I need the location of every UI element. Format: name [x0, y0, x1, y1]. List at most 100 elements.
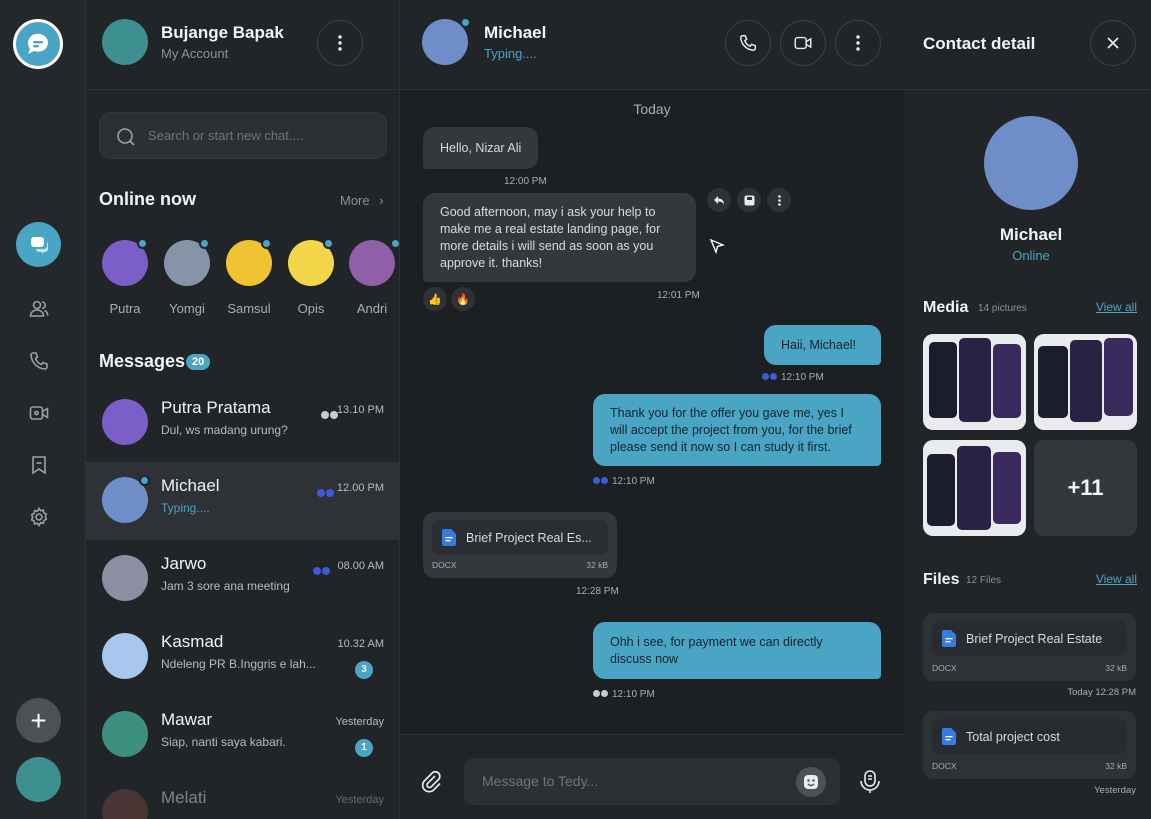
chevron-right-icon: ›	[379, 193, 384, 208]
online-user-name: Yomgi	[169, 301, 205, 316]
avatar	[349, 238, 399, 286]
nav-saved-button[interactable]	[24, 450, 54, 480]
microphone-icon[interactable]	[856, 768, 884, 796]
phone-icon	[30, 352, 48, 370]
save-message-button[interactable]	[737, 188, 761, 212]
nav-rail: +	[0, 0, 86, 819]
message-input-placeholder: Message to Tedy...	[482, 773, 599, 789]
online-dot	[139, 475, 150, 486]
nav-calls-button[interactable]	[24, 346, 54, 376]
profile-avatar[interactable]	[16, 757, 61, 802]
chat-preview: Ndeleng PR B.Inggris e lah...	[161, 657, 316, 671]
nav-settings-button[interactable]	[24, 502, 54, 532]
phone-icon	[739, 35, 756, 52]
search-box[interactable]: Search or start new chat....	[99, 112, 387, 159]
online-user[interactable]: Andri	[349, 238, 399, 316]
chat-name: Jarwo	[161, 554, 207, 573]
incoming-message[interactable]: Good afternoon, may i ask your help to m…	[423, 193, 696, 282]
close-detail-button[interactable]	[1090, 20, 1136, 66]
message-status: 12:10 PM	[593, 476, 655, 487]
conversation-menu-button[interactable]	[835, 20, 881, 66]
users-icon	[29, 300, 49, 317]
online-user[interactable]: Putra	[102, 238, 148, 316]
new-chat-button[interactable]: +	[16, 698, 61, 743]
chat-preview: Jam 3 sore ana meeting	[161, 579, 290, 593]
file-size: 32 kB	[1105, 663, 1127, 673]
reply-button[interactable]	[707, 188, 731, 212]
emoji-button[interactable]	[796, 767, 826, 797]
message-status: 12:10 PM	[593, 689, 655, 700]
chat-name: Mawar	[161, 710, 213, 729]
media-thumbnail[interactable]	[1034, 334, 1137, 430]
avatar	[226, 238, 272, 286]
account-avatar[interactable]	[102, 19, 148, 65]
voice-call-button[interactable]	[725, 20, 771, 66]
online-more-link[interactable]: More ›	[340, 193, 384, 208]
app-logo[interactable]	[13, 19, 63, 69]
reaction-fire[interactable]: 🔥	[451, 287, 475, 311]
nav-chats-button[interactable]	[16, 222, 61, 267]
reaction-thumbs-up[interactable]: 👍	[423, 287, 447, 311]
attachment-icon[interactable]	[420, 770, 444, 794]
chat-list-item[interactable]: Mawar Siap, nanti saya kabari. Yesterday…	[86, 696, 399, 774]
online-user-name: Andri	[356, 301, 388, 316]
chat-preview: Typing....	[161, 501, 210, 515]
chat-list-item[interactable]: Putra Pratama Dul, ws madang urung? 13.1…	[86, 384, 399, 462]
chat-list-item[interactable]: Melati Yesterday	[86, 774, 399, 819]
media-view-all-link[interactable]: View all	[1096, 300, 1137, 314]
files-title: Files	[923, 571, 960, 588]
online-user[interactable]: Yomgi	[164, 238, 210, 316]
online-user[interactable]: Opis	[288, 238, 334, 316]
account-name: Bujange Bapak	[161, 23, 284, 42]
file-size: 32 kB	[586, 560, 608, 570]
chat-time: Yesterday	[335, 716, 384, 728]
chat-list-item[interactable]: Kasmad Ndeleng PR B.Inggris e lah... 10.…	[86, 618, 399, 696]
messages-count-badge: 20	[186, 354, 211, 370]
file-type: DOCX	[432, 560, 457, 570]
outgoing-message[interactable]: Haii, Michael!	[764, 325, 881, 365]
nav-contacts-button[interactable]	[24, 294, 54, 324]
file-attachment-message[interactable]: Brief Project Real Es... DOCX 32 kB	[423, 512, 617, 578]
avatar	[102, 238, 148, 286]
online-dot	[390, 238, 399, 249]
message-composer: Message to Tedy...	[400, 734, 904, 819]
online-dot	[460, 17, 471, 28]
chat-list-item-active[interactable]: Michael Typing.... 12.00 PM	[86, 462, 399, 540]
file-item[interactable]: Brief Project Real Estate DOCX 32 kB	[923, 613, 1136, 681]
message-input[interactable]: Message to Tedy...	[464, 758, 840, 805]
message-time: 12:28 PM	[576, 586, 619, 597]
file-name: Brief Project Real Estate	[966, 631, 1103, 646]
online-dot	[199, 238, 210, 249]
incoming-message[interactable]: Hello, Nizar Ali	[423, 127, 539, 169]
chat-time: 13.10 PM	[336, 404, 384, 416]
online-user-name: Putra	[109, 301, 141, 316]
file-item[interactable]: Total project cost DOCX 32 kB	[923, 711, 1136, 779]
media-thumbnail[interactable]	[923, 334, 1026, 430]
file-attachment: Total project cost	[932, 719, 1127, 754]
avatar	[102, 475, 150, 523]
chat-bubbles-icon	[30, 236, 48, 254]
online-user[interactable]: Samsul	[226, 238, 272, 316]
nav-video-button[interactable]	[24, 398, 54, 428]
chat-list-panel: Bujange Bapak My Account Search or start…	[86, 0, 400, 819]
gear-icon	[30, 507, 48, 527]
online-dot	[323, 238, 334, 249]
contact-avatar[interactable]	[422, 17, 471, 65]
media-more-tile[interactable]: +11	[1034, 440, 1137, 536]
message-more-button[interactable]	[767, 188, 791, 212]
chat-list-item[interactable]: Jarwo Jam 3 sore ana meeting 08.00 AM	[86, 540, 399, 618]
file-type: DOCX	[932, 761, 957, 771]
message-time: 12:01 PM	[657, 290, 700, 301]
account-header: Bujange Bapak My Account	[86, 0, 399, 90]
files-view-all-link[interactable]: View all	[1096, 572, 1137, 586]
account-menu-button[interactable]	[317, 20, 363, 66]
media-thumbnail[interactable]	[923, 440, 1026, 536]
online-now-title: Online now	[99, 189, 196, 209]
search-input[interactable]: Search or start new chat....	[148, 128, 303, 143]
video-camera-icon	[29, 406, 49, 420]
message-time: 12:00 PM	[504, 176, 547, 187]
read-receipt-icon	[593, 477, 600, 484]
video-call-button[interactable]	[780, 20, 826, 66]
outgoing-message[interactable]: Ohh i see, for payment we can directly d…	[593, 622, 881, 679]
outgoing-message[interactable]: Thank you for the offer you gave me, yes…	[593, 394, 881, 466]
